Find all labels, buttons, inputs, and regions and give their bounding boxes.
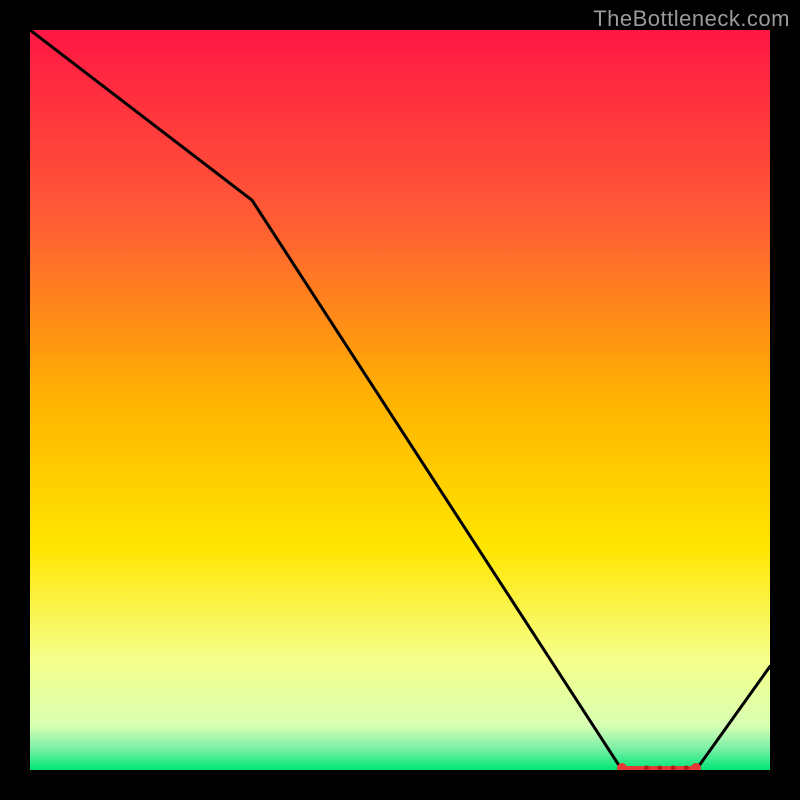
plot-area [30,30,770,770]
chart-svg [30,30,770,770]
watermark-label: TheBottleneck.com [593,6,790,32]
gradient-background [30,30,770,770]
chart-container: TheBottleneck.com [0,0,800,800]
